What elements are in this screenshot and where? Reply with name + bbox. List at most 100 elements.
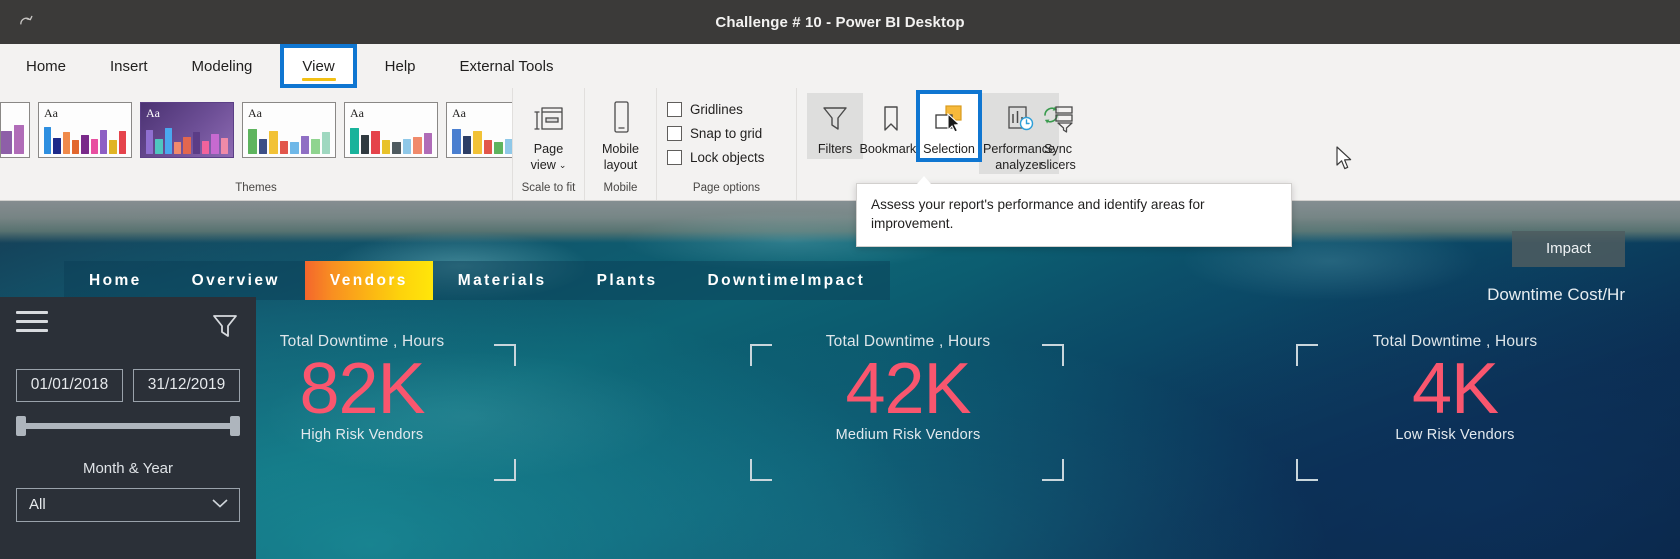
date-range-slider[interactable]: [16, 416, 240, 436]
nav-item-materials-label: Materials: [457, 271, 547, 289]
date-range-inputs[interactable]: 01/01/2018 31/12/2019: [16, 369, 240, 402]
selection-icon: [931, 97, 967, 141]
tab-help-label: Help: [384, 57, 416, 75]
kpi-card-high-risk[interactable]: Total Downtime , Hours 82K High Risk Ven…: [262, 333, 462, 443]
nav-item-plants[interactable]: Plants: [571, 261, 683, 300]
selection-button[interactable]: Selection: [916, 90, 982, 162]
chevron-down-icon: [211, 496, 229, 513]
frame-bracket-bottom-right: [1042, 459, 1064, 481]
tab-home[interactable]: Home: [4, 44, 88, 88]
theme-swatch-3[interactable]: Aa: [242, 102, 336, 158]
range-handle-left[interactable]: [16, 416, 26, 436]
theme-swatch-4[interactable]: Aa: [344, 102, 438, 158]
bookmarks-button[interactable]: Bookmarks: [860, 93, 923, 159]
tab-insert[interactable]: Insert: [88, 44, 170, 88]
theme-swatch-0[interactable]: [0, 102, 30, 158]
kpi-subtitle: Medium Risk Vendors: [835, 427, 981, 443]
tab-view-underline: [301, 78, 336, 81]
theme-swatch-bars: [452, 119, 512, 157]
checkbox-box-icon: [667, 150, 682, 165]
page-view-icon: [529, 97, 569, 141]
ribbon-group-scale-to-fit: Page view ⌄ Scale to fit: [512, 88, 584, 200]
checkbox-gridlines[interactable]: Gridlines: [667, 102, 764, 117]
date-from-input[interactable]: 01/01/2018: [16, 369, 123, 402]
kpi-value: 82K: [299, 349, 425, 429]
checkbox-lock-objects-label: Lock objects: [690, 150, 765, 165]
tab-help[interactable]: Help: [363, 44, 438, 88]
funnel-icon: [819, 97, 851, 141]
range-handle-right[interactable]: [230, 416, 240, 436]
slicer-panel: 01/01/2018 31/12/2019 Month & Year All: [0, 297, 256, 559]
frame-bracket-top-right: [1042, 344, 1064, 366]
checkbox-gridlines-label: Gridlines: [690, 102, 743, 117]
checkbox-box-icon: [667, 126, 682, 141]
ribbon: Aa Aa Aa Aa Aa Themes Page view ⌄ Scale …: [0, 88, 1680, 201]
tab-view-label: View: [302, 57, 335, 75]
tab-external-tools[interactable]: External Tools: [438, 44, 576, 88]
funnel-icon[interactable]: [210, 311, 240, 346]
sync-slicers-label-1: Sync: [1044, 142, 1072, 156]
nav-item-downtime-impact[interactable]: DowntimeImpact: [682, 261, 891, 300]
nav-item-downtime-impact-label: DowntimeImpact: [707, 271, 866, 289]
filters-button[interactable]: Filters: [807, 93, 863, 159]
kpi-subtitle: High Risk Vendors: [300, 427, 424, 443]
theme-swatch-5[interactable]: Aa: [446, 102, 512, 158]
filters-label: Filters: [817, 142, 853, 156]
ribbon-group-page-options: Gridlines Snap to grid Lock objects Page…: [656, 88, 796, 200]
checkbox-box-icon: [667, 102, 682, 117]
downtime-cost-per-hour-label: Downtime Cost/Hr: [1487, 285, 1625, 305]
nav-item-overview[interactable]: Overview: [166, 261, 305, 300]
ribbon-tab-strip: Home Insert Modeling View Help External …: [0, 44, 1680, 88]
checkbox-snap-to-grid[interactable]: Snap to grid: [667, 126, 764, 141]
tab-view[interactable]: View: [280, 44, 357, 88]
frame-bracket-bottom-right: [494, 459, 516, 481]
ribbon-group-label-mobile: Mobile: [603, 181, 638, 194]
performance-analyzer-tooltip: Assess your report's performance and ide…: [856, 183, 1292, 247]
page-view-button[interactable]: Page view ⌄: [517, 93, 581, 174]
date-to-input[interactable]: 31/12/2019: [133, 369, 240, 402]
frame-bracket-bottom-left: [750, 459, 772, 481]
chevron-down-icon: ⌄: [558, 159, 567, 170]
canvas-top-gradient: [0, 201, 1680, 243]
mobile-layout-button[interactable]: Mobile layout: [589, 93, 653, 174]
redo-icon[interactable]: [12, 9, 40, 35]
ribbon-group-label-page-options: Page options: [692, 181, 761, 194]
nav-item-materials[interactable]: Materials: [432, 261, 572, 300]
ribbon-group-themes: Aa Aa Aa Aa Aa Themes: [0, 88, 512, 200]
nav-item-home-label: Home: [89, 271, 142, 289]
ribbon-group-label-scale-to-fit: Scale to fit: [521, 181, 576, 194]
sync-slicers-button[interactable]: Sync slicers: [1026, 93, 1090, 174]
tab-insert-label: Insert: [110, 57, 148, 75]
theme-swatch-bars: [146, 119, 228, 157]
frame-bracket-top-right: [494, 344, 516, 366]
hamburger-icon[interactable]: [16, 311, 48, 338]
nav-item-vendors[interactable]: Vendors: [304, 261, 433, 300]
impact-tab[interactable]: Impact: [1511, 231, 1625, 267]
quick-access-toolbar: [0, 9, 40, 35]
sync-slicers-icon: [1039, 97, 1077, 141]
month-year-dropdown[interactable]: All: [16, 488, 240, 522]
theme-swatch-bars: [248, 119, 330, 157]
nav-item-home[interactable]: Home: [64, 261, 167, 300]
month-year-value: All: [29, 496, 46, 513]
ribbon-group-mobile: Mobile layout Mobile: [584, 88, 656, 200]
report-canvas[interactable]: Impact Downtime Cost/Hr Home Overview Ve…: [0, 201, 1680, 559]
theme-swatch-1[interactable]: Aa: [38, 102, 132, 158]
theme-swatch-aa: Aa: [452, 106, 466, 120]
theme-swatch-2-selected[interactable]: Aa: [140, 102, 234, 158]
kpi-value: 4K: [1411, 349, 1499, 429]
tab-modeling[interactable]: Modeling: [170, 44, 275, 88]
impact-tab-label: Impact: [1545, 240, 1591, 257]
kpi-subtitle: Low Risk Vendors: [1395, 427, 1515, 443]
themes-gallery[interactable]: Aa Aa Aa Aa Aa: [0, 93, 512, 167]
page-view-label-2: view: [530, 157, 556, 172]
checkbox-lock-objects[interactable]: Lock objects: [667, 150, 764, 165]
kpi-card-low-risk[interactable]: Total Downtime , Hours 4K Low Risk Vendo…: [1355, 333, 1555, 443]
theme-swatch-bars: [1, 107, 24, 157]
mobile-layout-label-2: layout: [603, 157, 638, 172]
theme-swatch-aa: Aa: [44, 106, 58, 120]
kpi-card-medium-risk[interactable]: Total Downtime , Hours 42K Medium Risk V…: [808, 333, 1008, 443]
range-track-line: [22, 423, 234, 429]
bookmarks-label: Bookmarks: [859, 142, 923, 156]
window-title: Challenge # 10 - Power BI Desktop: [715, 13, 965, 31]
